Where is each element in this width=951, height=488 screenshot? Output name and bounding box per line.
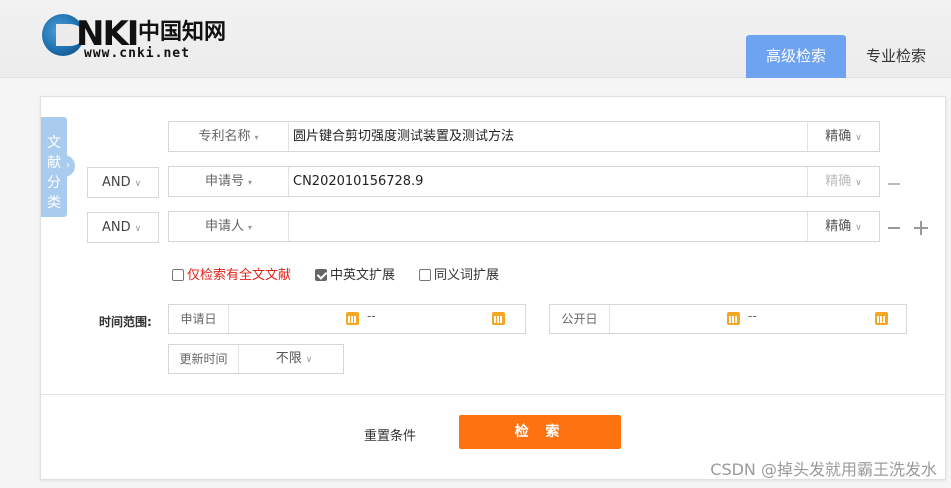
chevron-down-icon: ∨: [134, 224, 142, 234]
logo-url: www.cnki.net: [84, 46, 190, 61]
chevron-right-icon[interactable]: ›: [61, 155, 75, 177]
checkbox-checked[interactable]: [315, 269, 327, 281]
chevron-down-icon: ∨: [305, 355, 313, 365]
remove-row-icon[interactable]: [888, 227, 900, 229]
field-select[interactable]: 申请人 ▾: [169, 212, 289, 241]
update-time-value[interactable]: 不限 ∨: [249, 345, 339, 373]
field-select-label: 申请人: [204, 219, 244, 234]
publish-date-label: 公开日: [550, 305, 610, 333]
chevron-down-icon: ∨: [855, 178, 862, 188]
option-cn-en-expand[interactable]: 中英文扩展: [315, 267, 395, 285]
caret-down-icon: ▾: [248, 223, 253, 232]
update-time-value-text: 不限: [275, 351, 302, 366]
caret-down-icon: ▾: [248, 178, 253, 187]
calendar-icon[interactable]: [875, 312, 888, 325]
apply-date-label: 申请日: [169, 305, 229, 333]
add-row-icon[interactable]: [914, 221, 928, 235]
tab-professional-search[interactable]: 专业检索: [856, 35, 936, 78]
update-time-select[interactable]: 更新时间 不限 ∨: [168, 344, 344, 374]
precision-label: 精确: [825, 219, 852, 234]
search-button[interactable]: 检 索: [459, 415, 621, 449]
publish-date-range: 公开日 --: [549, 304, 907, 334]
time-range-label: 时间范围:: [99, 315, 152, 329]
calendar-icon[interactable]: [492, 312, 505, 325]
field-select-label: 专利名称: [198, 129, 251, 144]
date-separator: --: [367, 309, 376, 323]
tab-advanced-search[interactable]: 高级检索: [746, 35, 846, 78]
apply-date-range: 申请日 --: [168, 304, 526, 334]
calendar-icon[interactable]: [346, 312, 359, 325]
search-panel: 文 献 分 类 › 专利名称 ▾ 圆片键合剪切强度测试装置及测试方法 精确 ∨ AN…: [40, 96, 946, 480]
field-select-label: 申请号: [204, 174, 244, 189]
logo-chinese-name: 中国知网: [138, 19, 227, 45]
date-separator: --: [748, 309, 757, 323]
option-label: 中英文扩展: [330, 268, 396, 283]
chevron-down-icon: ∨: [855, 223, 862, 233]
logic-label: AND: [102, 175, 131, 190]
search-row-2: 申请号 ▾ CN202010156728.9 精确 ∨: [168, 166, 880, 197]
logic-label: AND: [102, 220, 131, 235]
category-tab-char: 类: [47, 195, 61, 211]
precision-select[interactable]: 精确 ∨: [807, 212, 879, 241]
field-select[interactable]: 专利名称 ▾: [169, 122, 289, 151]
precision-select[interactable]: 精确 ∨: [807, 167, 879, 196]
precision-label: 精确: [825, 174, 852, 189]
logic-select[interactable]: AND ∨: [87, 212, 159, 243]
precision-label: 精确: [825, 129, 852, 144]
option-label: 仅检索有全文文献: [187, 268, 292, 283]
logic-select[interactable]: AND ∨: [87, 167, 159, 198]
site-header: NKI 中国知网 www.cnki.net 高级检索 专业检索: [0, 0, 951, 78]
option-synonym-expand[interactable]: 同义词扩展: [419, 267, 499, 285]
checkbox[interactable]: [419, 269, 431, 281]
search-input[interactable]: CN202010156728.9: [293, 167, 423, 196]
update-time-label: 更新时间: [169, 345, 239, 373]
chevron-down-icon: ∨: [855, 133, 862, 143]
field-select[interactable]: 申请号 ▾: [169, 167, 289, 196]
search-input[interactable]: 圆片键合剪切强度测试装置及测试方法: [293, 122, 514, 151]
precision-select[interactable]: 精确 ∨: [807, 122, 879, 151]
caret-down-icon: ▾: [254, 133, 259, 142]
checkbox[interactable]: [172, 269, 184, 281]
search-row-1: 专利名称 ▾ 圆片键合剪切强度测试装置及测试方法 精确 ∨: [168, 121, 880, 152]
chevron-down-icon: ∨: [134, 179, 142, 189]
divider: [41, 394, 945, 395]
remove-row-icon[interactable]: [888, 183, 900, 185]
reset-button[interactable]: 重置条件: [364, 425, 416, 444]
option-fulltext-only[interactable]: 仅检索有全文文献: [172, 267, 291, 285]
category-tab-char: 文: [47, 135, 61, 151]
calendar-icon[interactable]: [727, 312, 740, 325]
option-label: 同义词扩展: [434, 268, 500, 283]
cnki-logo[interactable]: NKI 中国知网 www.cnki.net: [42, 14, 232, 64]
search-row-3: 申请人 ▾ 精确 ∨: [168, 211, 880, 242]
watermark: CSDN @掉头发就用霸王洗发水: [710, 460, 937, 479]
